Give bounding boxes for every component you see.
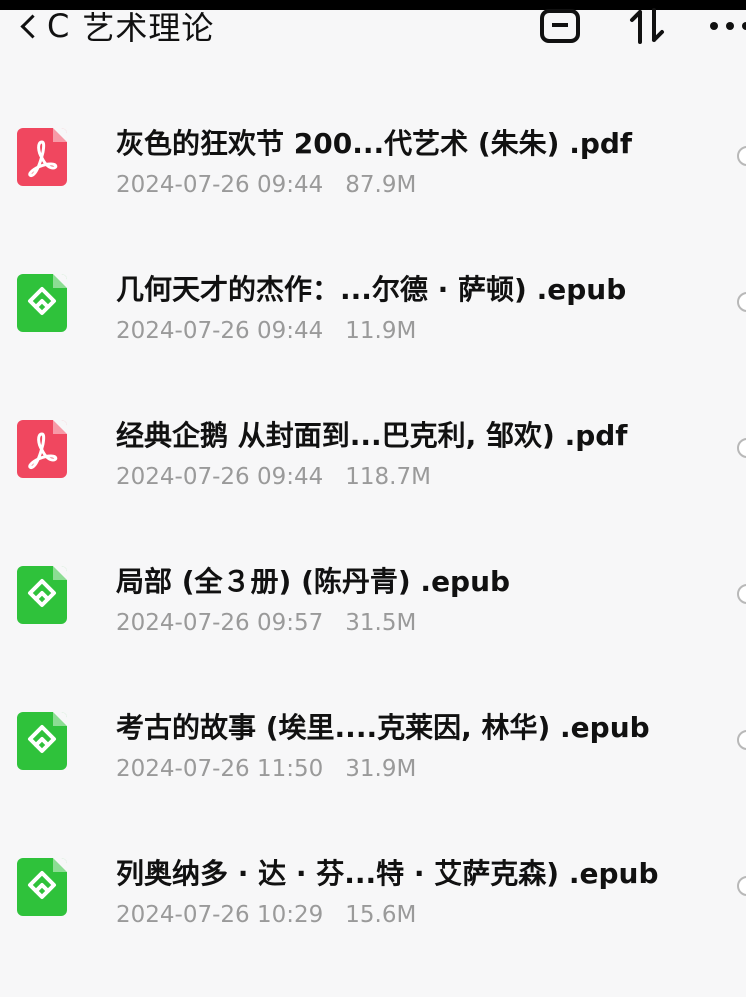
- epub-file-icon: [17, 712, 67, 770]
- header: C 艺术理论: [0, 0, 746, 70]
- back-label: C: [47, 7, 71, 45]
- file-size: 118.7M: [345, 464, 431, 490]
- file-meta: 2024-07-26 10:29 15.6M: [116, 902, 416, 928]
- file-row[interactable]: 考古的故事 (埃里....克莱因, 林华) .epub 2024-07-26 1…: [0, 684, 746, 830]
- select-radio[interactable]: [737, 292, 746, 312]
- file-date: 2024-07-26 09:44: [116, 172, 324, 198]
- file-size: 11.9M: [345, 318, 417, 344]
- file-row[interactable]: 局部 (全３册) (陈丹青) .epub 2024-07-26 09:57 31.…: [0, 538, 746, 684]
- file-name: 考古的故事 (埃里....克莱因, 林华) .epub: [116, 711, 650, 744]
- file-date: 2024-07-26 09:44: [116, 318, 324, 344]
- file-row[interactable]: 经典企鹅 从封面到...巴克利, 邹欢) .pdf 2024-07-26 09:…: [0, 392, 746, 538]
- select-radio[interactable]: [737, 584, 746, 604]
- file-size: 31.5M: [345, 610, 417, 636]
- select-radio[interactable]: [737, 438, 746, 458]
- epub-file-icon: [17, 274, 67, 332]
- select-radio[interactable]: [737, 730, 746, 750]
- file-size: 87.9M: [345, 172, 417, 198]
- select-radio[interactable]: [737, 146, 746, 166]
- file-name: 局部 (全３册) (陈丹青) .epub: [116, 565, 511, 598]
- file-name: 经典企鹅 从封面到...巴克利, 邹欢) .pdf: [116, 419, 628, 452]
- file-row[interactable]: 灰色的狂欢节 200...代艺术 (朱朱) .pdf 2024-07-26 09…: [0, 100, 746, 246]
- back-chevron-icon: [20, 13, 45, 39]
- pdf-file-icon: [17, 420, 67, 478]
- page-title: 艺术理论: [82, 9, 215, 47]
- file-row[interactable]: 列奥纳多 · 达 · 芬...特 · 艾萨克森) .epub 2024-07-2…: [0, 830, 746, 976]
- file-row[interactable]: 几何天才的杰作：...尔德 · 萨顿) .epub 2024-07-26 09:…: [0, 246, 746, 392]
- file-list: 灰色的狂欢节 200...代艺术 (朱朱) .pdf 2024-07-26 09…: [0, 100, 746, 976]
- file-date: 2024-07-26 11:50: [116, 756, 324, 782]
- file-meta: 2024-07-26 09:44 87.9M: [116, 172, 416, 198]
- more-icon[interactable]: [708, 8, 746, 44]
- file-date: 2024-07-26 10:29: [116, 902, 324, 928]
- file-size: 15.6M: [345, 902, 417, 928]
- back-button[interactable]: C 艺术理论: [18, 6, 215, 47]
- pdf-file-icon: [17, 128, 67, 186]
- sort-icon[interactable]: [628, 8, 668, 44]
- file-meta: 2024-07-26 09:57 31.5M: [116, 610, 416, 636]
- file-date: 2024-07-26 09:44: [116, 464, 324, 490]
- file-name: 灰色的狂欢节 200...代艺术 (朱朱) .pdf: [116, 127, 633, 160]
- file-size: 31.9M: [345, 756, 417, 782]
- epub-file-icon: [17, 858, 67, 916]
- epub-file-icon: [17, 566, 67, 624]
- file-name: 列奥纳多 · 达 · 芬...特 · 艾萨克森) .epub: [116, 857, 659, 890]
- file-name: 几何天才的杰作：...尔德 · 萨顿) .epub: [116, 273, 627, 306]
- file-date: 2024-07-26 09:57: [116, 610, 324, 636]
- file-meta: 2024-07-26 11:50 31.9M: [116, 756, 416, 782]
- file-meta: 2024-07-26 09:44 118.7M: [116, 464, 431, 490]
- file-meta: 2024-07-26 09:44 11.9M: [116, 318, 416, 344]
- select-square-icon[interactable]: [540, 8, 580, 44]
- select-radio[interactable]: [737, 876, 746, 896]
